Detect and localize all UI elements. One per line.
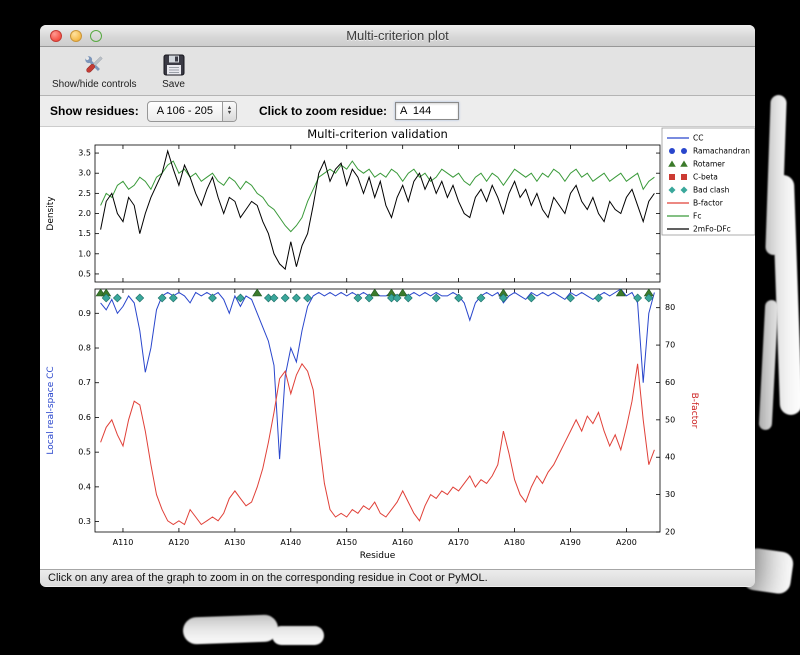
window-controls xyxy=(50,30,102,42)
residue-range-value: A 106 - 205 xyxy=(156,104,213,117)
svg-text:60: 60 xyxy=(665,378,675,387)
show-hide-controls-button[interactable]: Show/hide controls xyxy=(48,50,141,92)
svg-text:CC: CC xyxy=(693,134,703,143)
svg-text:0.6: 0.6 xyxy=(78,413,91,422)
svg-text:70: 70 xyxy=(665,341,675,350)
zoom-window-button[interactable] xyxy=(90,30,102,42)
stepper-icon: ▲ ▼ xyxy=(221,101,236,121)
svg-text:Ramachandran: Ramachandran xyxy=(693,147,750,156)
svg-text:Bad clash: Bad clash xyxy=(693,186,730,195)
svg-text:0.5: 0.5 xyxy=(78,448,91,457)
svg-text:A170: A170 xyxy=(448,538,469,547)
screen-artifact xyxy=(758,299,779,431)
svg-text:0.9: 0.9 xyxy=(78,309,91,318)
svg-text:2.5: 2.5 xyxy=(78,189,91,198)
svg-text:80: 80 xyxy=(665,303,675,312)
status-bar: Click on any area of the graph to zoom i… xyxy=(40,569,755,586)
svg-text:Multi-criterion validation: Multi-criterion validation xyxy=(307,127,448,141)
tools-icon xyxy=(81,52,107,78)
svg-text:A180: A180 xyxy=(504,538,525,547)
svg-text:3.5: 3.5 xyxy=(78,149,91,158)
status-text: Click on any area of the graph to zoom i… xyxy=(48,572,488,584)
multi-criterion-plot-window: Multi-criterion plot Show/hide controls … xyxy=(40,25,755,587)
zoom-residue-input[interactable] xyxy=(395,102,459,120)
show-hide-controls-label: Show/hide controls xyxy=(52,79,137,90)
svg-text:0.5: 0.5 xyxy=(78,269,91,278)
svg-text:A150: A150 xyxy=(336,538,357,547)
minimize-button[interactable] xyxy=(70,30,82,42)
residue-range-select[interactable]: A 106 - 205 ▲ ▼ xyxy=(146,100,237,122)
svg-text:0.8: 0.8 xyxy=(78,344,91,353)
screen-artifact xyxy=(182,614,279,645)
svg-text:A140: A140 xyxy=(280,538,301,547)
controls-bar: Show residues: A 106 - 205 ▲ ▼ Click to z… xyxy=(40,96,755,127)
title-bar[interactable]: Multi-criterion plot xyxy=(40,25,755,47)
svg-text:Local real-space CC: Local real-space CC xyxy=(46,366,56,454)
window-title: Multi-criterion plot xyxy=(346,28,449,43)
svg-text:3.0: 3.0 xyxy=(78,169,91,178)
svg-text:B-factor: B-factor xyxy=(689,393,699,429)
svg-text:C-beta: C-beta xyxy=(693,173,718,182)
svg-text:Rotamer: Rotamer xyxy=(693,160,726,169)
zoom-residue-label: Click to zoom residue: xyxy=(258,104,387,118)
svg-text:A130: A130 xyxy=(224,538,245,547)
screen-artifact xyxy=(771,174,800,416)
svg-text:A110: A110 xyxy=(113,538,134,547)
svg-text:Fc: Fc xyxy=(693,212,701,221)
svg-text:2.0: 2.0 xyxy=(78,209,91,218)
screen-artifact xyxy=(272,626,324,645)
svg-text:2mFo-DFc: 2mFo-DFc xyxy=(693,225,731,234)
svg-text:30: 30 xyxy=(665,490,675,499)
show-residues-label: Show residues: xyxy=(50,104,139,118)
svg-text:A120: A120 xyxy=(169,538,190,547)
multi-criterion-chart[interactable]: 0.5 1.0 1.5 2.0 2.5 3.0 3.5 0.3 0.4 0.5 0.6 0.7 0.8 0… xyxy=(40,127,755,569)
svg-text:Residue: Residue xyxy=(360,551,396,561)
svg-text:50: 50 xyxy=(665,415,675,424)
svg-text:1.5: 1.5 xyxy=(78,229,91,238)
toolbar: Show/hide controls Save xyxy=(40,47,755,96)
svg-text:A190: A190 xyxy=(560,538,581,547)
svg-text:0.7: 0.7 xyxy=(78,378,91,387)
svg-text:Density: Density xyxy=(46,196,56,231)
save-button[interactable]: Save xyxy=(157,50,191,92)
svg-text:0.3: 0.3 xyxy=(78,517,91,526)
svg-text:1.0: 1.0 xyxy=(78,249,91,258)
plot-area: 0.5 1.0 1.5 2.0 2.5 3.0 3.5 0.3 0.4 0.5 0.6 0.7 0.8 0… xyxy=(40,127,755,569)
svg-text:20: 20 xyxy=(665,528,675,537)
save-icon xyxy=(161,52,187,78)
svg-text:0.4: 0.4 xyxy=(78,482,91,491)
svg-text:A200: A200 xyxy=(616,538,637,547)
save-label: Save xyxy=(162,79,185,90)
svg-text:B-factor: B-factor xyxy=(693,199,724,208)
screen-background: Multi-criterion plot Show/hide controls … xyxy=(0,0,800,655)
svg-text:40: 40 xyxy=(665,453,675,462)
svg-text:A160: A160 xyxy=(392,538,413,547)
close-button[interactable] xyxy=(50,30,62,42)
